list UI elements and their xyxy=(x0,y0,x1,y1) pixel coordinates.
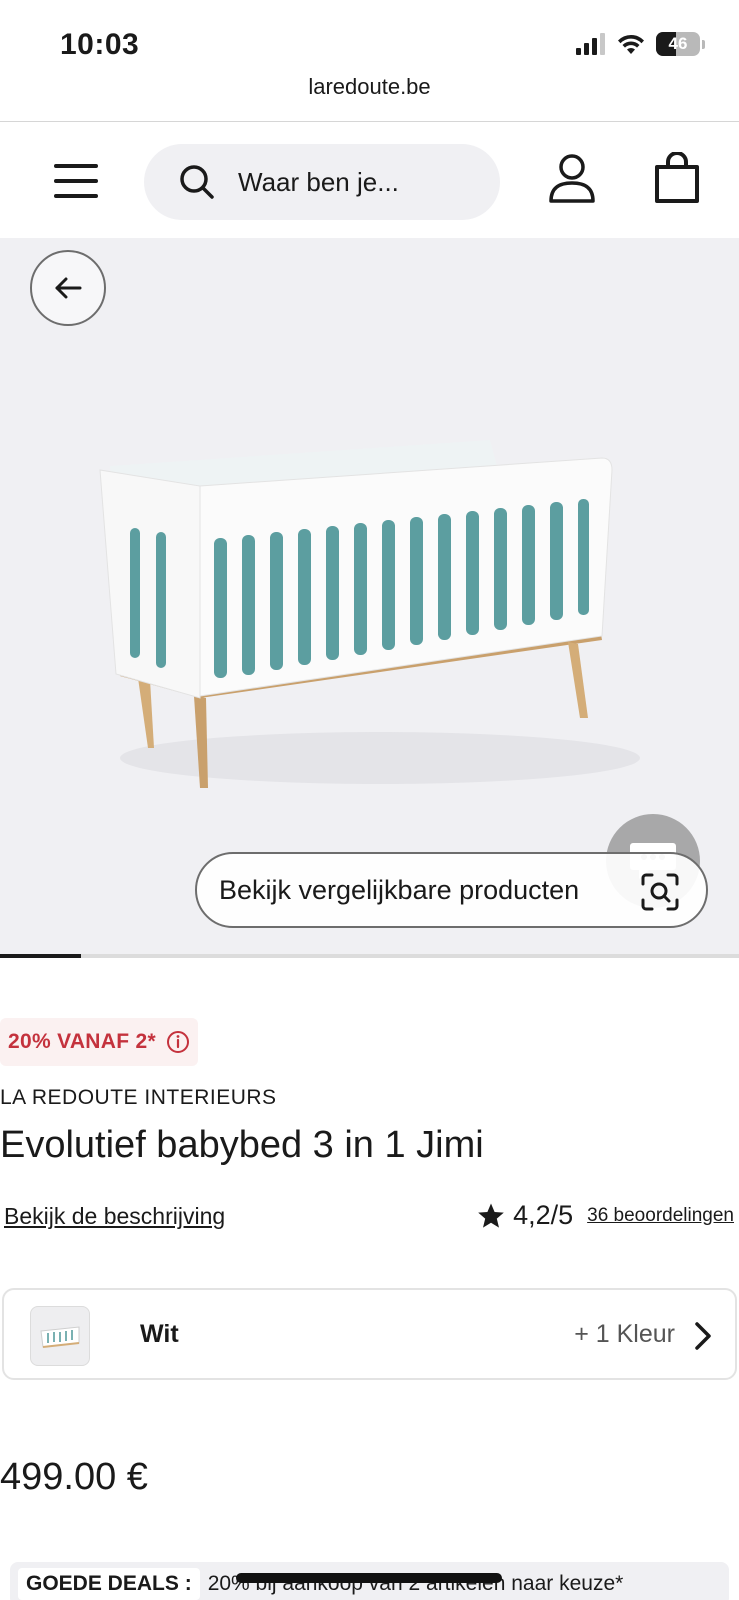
gallery-progress-fill xyxy=(0,954,82,958)
status-icons: 46 xyxy=(576,32,705,56)
color-selector[interactable]: Wit + 1 Kleur xyxy=(2,1288,737,1380)
visual-search-icon xyxy=(641,873,679,911)
home-indicator[interactable] xyxy=(236,1573,502,1583)
description-link[interactable]: Bekijk de beschrijving xyxy=(4,1203,225,1230)
site-header xyxy=(0,122,739,238)
product-gallery[interactable]: Bekijk vergelijkbare producten xyxy=(0,238,739,954)
deals-tag: GOEDE DEALS : xyxy=(18,1568,200,1600)
hamburger-icon-line xyxy=(54,194,98,198)
color-thumbnail xyxy=(30,1306,90,1366)
gallery-progress-track xyxy=(0,954,739,958)
selected-color-name: Wit xyxy=(140,1320,179,1348)
cellular-signal-icon xyxy=(576,33,605,55)
browser-url[interactable]: laredoute.be xyxy=(0,74,739,100)
account-icon[interactable] xyxy=(546,152,598,204)
promo-badge[interactable]: 20% VANAF 2* xyxy=(0,1018,198,1066)
star-icon xyxy=(478,1203,504,1228)
crib-thumbnail-icon xyxy=(40,1326,80,1348)
promo-text: 20% VANAF 2* xyxy=(8,1030,156,1053)
product-price: 499.00 € xyxy=(0,1456,148,1498)
similar-products-label: Bekijk vergelijkbare producten xyxy=(219,874,580,905)
hamburger-icon-line xyxy=(54,164,98,168)
status-time: 10:03 xyxy=(60,28,140,61)
back-button[interactable] xyxy=(30,250,106,326)
hamburger-icon-line xyxy=(54,179,98,183)
search-bar[interactable] xyxy=(144,144,500,220)
info-icon[interactable] xyxy=(166,1030,190,1054)
arrow-left-icon xyxy=(55,277,82,299)
rating-value: 4,2/5 xyxy=(513,1200,574,1230)
status-bar: 10:03 46 xyxy=(0,0,739,72)
more-colors-label: + 1 Kleur xyxy=(574,1320,675,1348)
wifi-icon xyxy=(618,34,644,54)
product-title: Evolutief babybed 3 in 1 Jimi xyxy=(0,1124,484,1166)
product-brand[interactable]: LA REDOUTE INTERIEURS xyxy=(0,1086,277,1110)
product-image-crib[interactable] xyxy=(90,428,650,808)
search-icon xyxy=(180,165,214,199)
chevron-right-icon xyxy=(695,1322,711,1350)
search-input[interactable] xyxy=(238,166,478,198)
shopping-bag-icon[interactable] xyxy=(652,152,702,204)
battery-tip xyxy=(702,39,705,49)
battery-icon: 46 xyxy=(656,32,700,56)
reviews-link[interactable]: 36 beoordelingen xyxy=(587,1205,734,1227)
similar-products-button[interactable]: Bekijk vergelijkbare producten xyxy=(195,852,708,928)
menu-button[interactable] xyxy=(54,164,98,198)
product-rating: 4,2/5 36 beoordelingen xyxy=(477,1200,734,1231)
battery-percentage: 46 xyxy=(668,34,688,53)
